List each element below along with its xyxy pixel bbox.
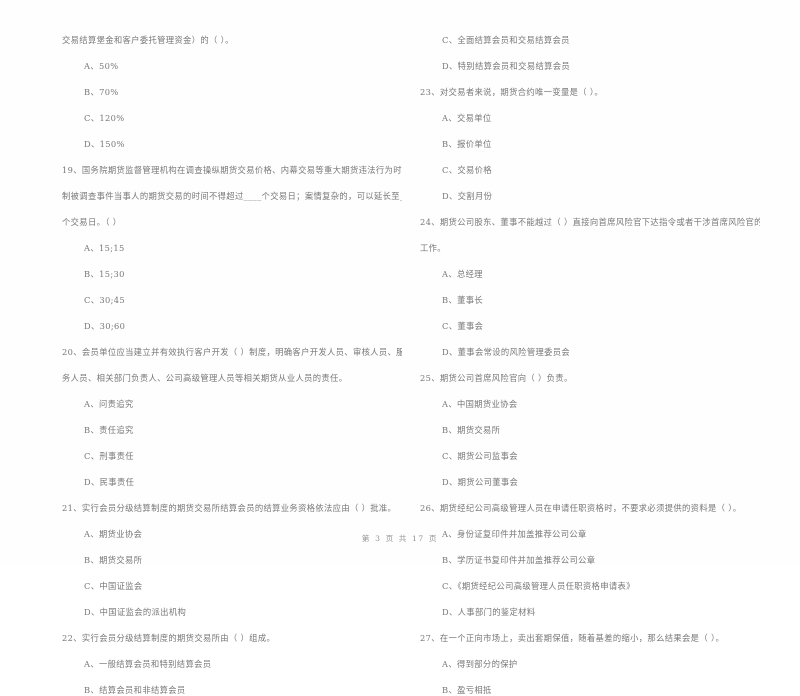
answer-option: B、70%	[84, 87, 119, 97]
answer-option: B、责任追究	[84, 425, 134, 435]
answer-option: D、人事部门的鉴定材料	[442, 607, 536, 617]
answer-option: C、《期货经纪公司高级管理人员任职资格申请表》	[442, 581, 635, 591]
answer-option: C、全面结算会员和交易结算会员	[442, 35, 570, 45]
question-text: 23、对交易者来说，期货合约唯一变量是（ ）。	[420, 87, 604, 97]
question-continuation-text: 交易结算堡金和客户委托管理资金）的（ ）。	[62, 35, 234, 45]
question-text: 24、期货公司股东、董事不能越过（ ）直接向首席风险官下达指令或者干涉首席风险官…	[420, 217, 760, 227]
answer-option: A、15;15	[84, 243, 125, 253]
answer-option: A、得到部分的保护	[442, 659, 518, 669]
question-wrapped-line: 工作。	[420, 243, 446, 253]
answer-option: B、结算会员和非结算会员	[84, 685, 186, 695]
answer-option: B、董事长	[442, 295, 484, 305]
answer-option: D、民事责任	[84, 477, 135, 487]
answer-option: A、中国期货业协会	[442, 399, 518, 409]
left-column: 交易结算堡金和客户委托管理资金）的（ ）。 A、50% B、70% C、120% D、1…	[62, 34, 402, 696]
answer-option: D、中国证监会的派出机构	[84, 607, 187, 617]
question-wrapped-line: 制被调查事件当事人的期货交易的时间不得超过____个交易日；案情复杂的，可以延长…	[62, 191, 402, 201]
answer-option: D、150%	[84, 139, 125, 149]
answer-option: C、120%	[84, 113, 125, 123]
answer-option: B、期货交易所	[84, 555, 143, 565]
answer-option: D、期货公司董事会	[442, 477, 519, 487]
answer-option: C、交易价格	[442, 165, 492, 175]
question-text: 26、期货经纪公司高级管理人员在申请任职资格时，不要求必须提供的资料是（ ）。	[420, 503, 742, 513]
right-column: C、全面结算会员和交易结算会员 D、特别结算会员和交易结算会员 23、对交易者来说，…	[420, 34, 760, 696]
page-footer: 第 3 页 共 17 页	[361, 534, 439, 543]
question-wrapped-line: 个交易日。（ ）	[62, 217, 122, 227]
question-wrapped-line: 务人员、相关部门负责人、公司高级管理人员等相关期货从业人员的责任。	[62, 373, 348, 383]
answer-option: D、交割月份	[442, 191, 493, 201]
answer-option: B、盈亏相抵	[442, 685, 492, 695]
answer-option: D、30;60	[84, 321, 126, 331]
answer-option: B、报价单位	[442, 139, 492, 149]
answer-option: A、总经理	[442, 269, 483, 279]
question-text: 22、实行会员分级结算制度的期货交易所由（ ）组成。	[62, 633, 276, 643]
answer-option: A、问责追究	[84, 399, 134, 409]
question-text: 27、在一个正向市场上，卖出套期保值，随着基差的缩小，那么结果会是（ ）。	[420, 633, 725, 643]
answer-option: A、交易单位	[442, 113, 492, 123]
answer-option: C、中国证监会	[84, 581, 143, 591]
document-page: 交易结算堡金和客户委托管理资金）的（ ）。 A、50% B、70% C、120% D、1…	[0, 0, 800, 695]
answer-option: C、30;45	[84, 295, 126, 305]
answer-option: C、期货公司监事会	[442, 451, 518, 461]
answer-option: B、期货交易所	[442, 425, 501, 435]
answer-option: A、一般结算会员和特别结算会员	[84, 659, 212, 669]
answer-option: A、50%	[84, 61, 119, 71]
answer-option: B、学历证书复印件并加盖推荐公司公章	[442, 555, 596, 565]
question-text: 25、期货公司首席风险官向（ ）负责。	[420, 373, 573, 383]
answer-option: B、15;30	[84, 269, 125, 279]
question-text: 20、会员单位应当建立并有效执行客户开发（ ）制度，明确客户开发人员、审核人员、…	[62, 347, 402, 357]
answer-option: C、董事会	[442, 321, 484, 331]
question-text: 19、国务院期货监督管理机构在调查操纵期货交易价格、内幕交易等重大期货违法行为时…	[62, 165, 402, 175]
answer-option: D、特别结算会员和交易结算会员	[442, 61, 571, 71]
answer-option: C、刑事责任	[84, 451, 134, 461]
question-text: 21、实行会员分级结算制度的期货交易所结算会员的结算业务资格依法应由（ ）批准。	[62, 503, 397, 513]
answer-option: D、董事会常设的风险管理委员会	[442, 347, 571, 357]
